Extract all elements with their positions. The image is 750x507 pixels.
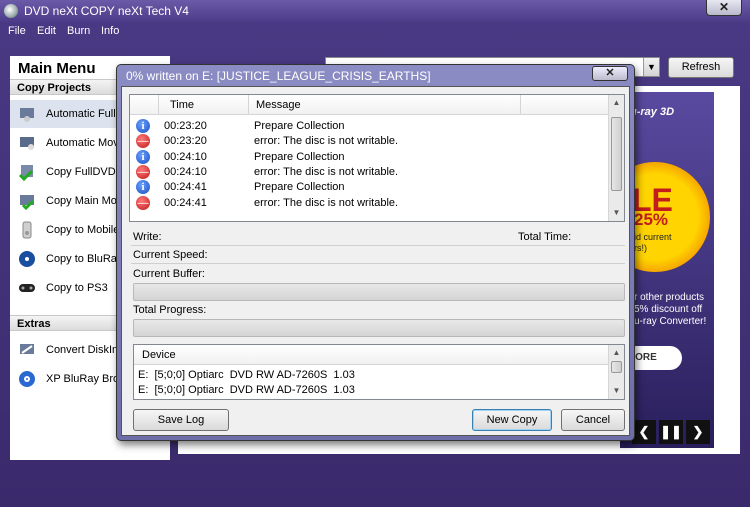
device-list[interactable]: Device E: [5;0;0] Optiarc DVD RW AD-7260… xyxy=(133,344,625,400)
device-scrollbar[interactable]: ▲ ▼ xyxy=(608,345,624,399)
log-message: Prepare Collection xyxy=(254,120,345,132)
bluray-disc-icon xyxy=(19,251,35,267)
scroll-up-icon[interactable]: ▲ xyxy=(609,345,624,361)
scroll-thumb[interactable] xyxy=(611,117,622,191)
ad-next-button[interactable]: ❯ xyxy=(686,420,710,444)
save-log-button[interactable]: Save Log xyxy=(133,409,229,431)
bluray-browse-icon xyxy=(19,371,35,387)
dialog-title: 0% written on E: [JUSTICE_LEAGUE_CRISIS_… xyxy=(126,69,431,83)
log-message: error: The disc is not writable. xyxy=(254,196,399,209)
current-buffer-bar xyxy=(133,283,625,301)
scroll-up-icon[interactable]: ▲ xyxy=(609,95,624,111)
chevron-down-icon[interactable]: ▼ xyxy=(643,58,659,76)
movie-auto-icon xyxy=(20,137,34,150)
ad-brand: u-ray 3D xyxy=(630,106,675,118)
log-scrollbar[interactable]: ▲ ▼ xyxy=(608,95,624,221)
menu-bar: File Edit Burn Info xyxy=(0,22,750,40)
device-col[interactable]: Device xyxy=(142,349,176,361)
cancel-button[interactable]: Cancel xyxy=(561,409,625,431)
disc-auto-icon xyxy=(20,108,34,122)
ad-pause-button[interactable]: ❚❚ xyxy=(659,420,683,444)
refresh-button[interactable]: Refresh xyxy=(668,57,734,78)
mobile-device-icon xyxy=(22,221,32,239)
log-message: Prepare Collection xyxy=(254,181,345,194)
log-row[interactable]: — 00:23:20 error: The disc is not writable… xyxy=(130,134,610,149)
device-row[interactable]: E: [5;0;0] Optiarc DVD RW AD-7260S 1.03 xyxy=(138,384,355,396)
info-icon: i xyxy=(136,149,150,164)
error-icon: — xyxy=(136,164,150,179)
write-label: Write: xyxy=(133,231,162,243)
log-list[interactable]: Time Message i 00:23:20 Prepare Collection… xyxy=(129,94,625,222)
scroll-thumb[interactable] xyxy=(611,361,622,373)
log-col-message[interactable]: Message xyxy=(256,99,301,111)
error-icon: — xyxy=(136,134,150,149)
copy-movie-icon xyxy=(20,195,35,210)
ad-promo-text: r other products 5% discount off u-ray C… xyxy=(634,292,707,327)
menu-burn[interactable]: Burn xyxy=(67,25,90,37)
log-header: Time Message xyxy=(130,95,624,115)
ad-sub-text: id current rs!) xyxy=(634,232,672,253)
total-progress-label: Total Progress: xyxy=(133,304,207,316)
scroll-down-icon[interactable]: ▼ xyxy=(609,205,624,221)
menu-edit[interactable]: Edit xyxy=(37,25,56,37)
log-row[interactable]: — 00:24:10 error: The disc is not writable… xyxy=(130,164,610,180)
window-close-button[interactable]: ✕ xyxy=(706,0,742,16)
dialog-close-button[interactable]: ✕ xyxy=(592,66,628,81)
log-time: 00:24:10 xyxy=(164,150,207,163)
convert-image-icon xyxy=(20,344,34,354)
current-speed-label: Current Speed: xyxy=(133,249,208,261)
ps3-icon xyxy=(19,284,35,292)
log-message: error: The disc is not writable. xyxy=(254,165,399,178)
title-bar: DVD neXt COPY neXt Tech V4 ✕ xyxy=(0,0,750,22)
log-row[interactable]: — 00:24:41 error: The disc is not writable… xyxy=(130,195,610,211)
log-time: 00:23:20 xyxy=(164,120,207,132)
device-row[interactable]: E: [5;0;0] Optiarc DVD RW AD-7260S 1.03 xyxy=(138,369,355,381)
ad-prev-button[interactable]: ❮ xyxy=(632,420,656,444)
log-time: 00:23:20 xyxy=(164,135,207,148)
log-row[interactable]: i 00:23:20 Prepare Collection xyxy=(130,119,610,134)
error-icon: — xyxy=(136,195,150,210)
device-header: Device xyxy=(134,345,608,365)
new-copy-button[interactable]: New Copy xyxy=(472,409,552,431)
current-buffer-label: Current Buffer: xyxy=(133,268,205,280)
total-time-label: Total Time: xyxy=(518,231,572,243)
burn-progress-dialog: 0% written on E: [JUSTICE_LEAGUE_CRISIS_… xyxy=(116,64,635,441)
log-time: 00:24:41 xyxy=(164,196,207,209)
total-progress-bar xyxy=(133,319,625,337)
info-icon: i xyxy=(136,119,150,133)
log-row[interactable]: i 00:24:41 Prepare Collection xyxy=(130,180,610,195)
info-icon: i xyxy=(136,180,150,195)
main-menu-heading: Main Menu xyxy=(18,60,96,77)
log-row[interactable]: i 00:24:10 Prepare Collection xyxy=(130,149,610,165)
log-col-time[interactable]: Time xyxy=(170,99,194,111)
window-title: DVD neXt COPY neXt Tech V4 xyxy=(24,4,189,18)
app-logo-icon xyxy=(4,4,18,18)
scroll-down-icon[interactable]: ▼ xyxy=(609,383,624,399)
menu-file[interactable]: File xyxy=(8,25,26,37)
dialog-body: Time Message i 00:23:20 Prepare Collection… xyxy=(121,86,630,436)
log-message: error: The disc is not writable. xyxy=(254,135,399,148)
log-time: 00:24:10 xyxy=(164,165,207,178)
ad-percent: 25% xyxy=(634,210,669,229)
menu-info[interactable]: Info xyxy=(101,25,119,37)
log-time: 00:24:41 xyxy=(164,181,207,194)
log-message: Prepare Collection xyxy=(254,150,345,163)
copy-dvd-icon xyxy=(18,165,34,181)
